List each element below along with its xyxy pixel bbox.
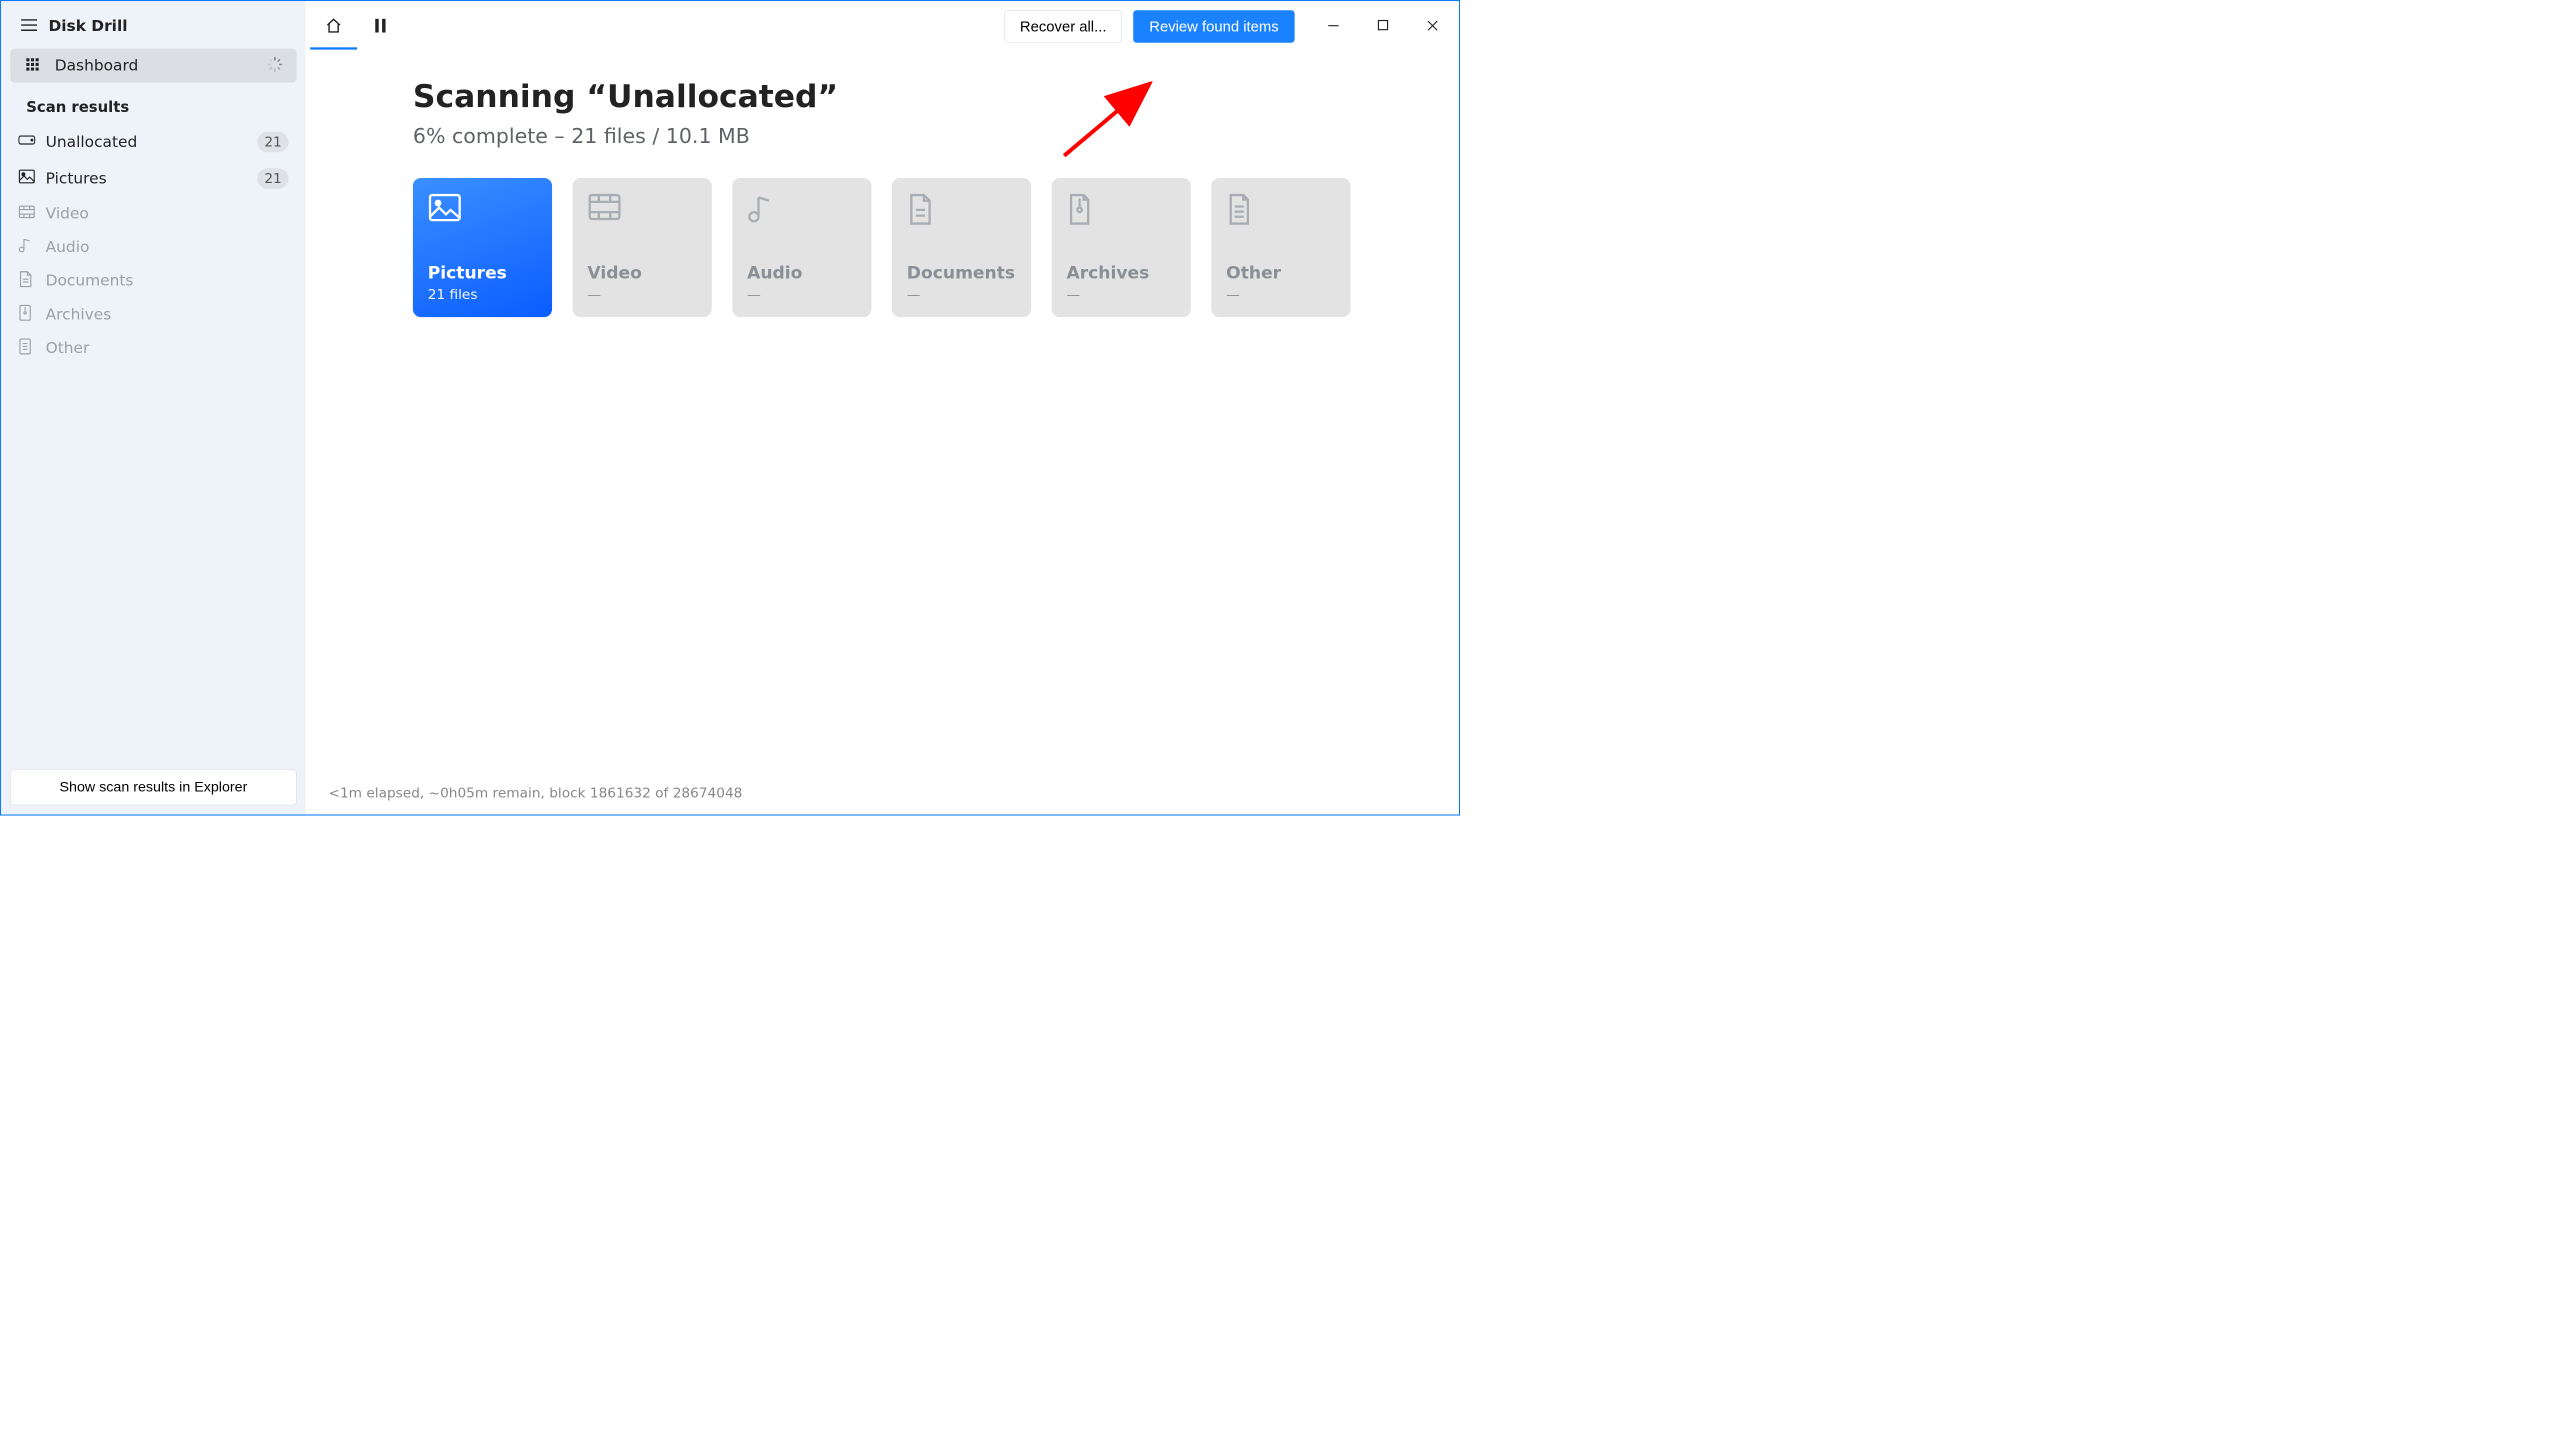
sidebar-item-label: Archives — [46, 306, 112, 324]
file-icon — [18, 338, 32, 359]
video-icon — [18, 205, 35, 223]
card-sub: — — [1226, 286, 1336, 302]
card-label: Documents — [907, 263, 1017, 283]
card-pictures[interactable]: Pictures 21 files — [413, 178, 552, 317]
close-icon[interactable] — [1422, 15, 1443, 38]
menu-icon[interactable] — [21, 19, 37, 34]
review-found-items-button[interactable]: Review found items — [1133, 10, 1294, 43]
maximize-icon[interactable] — [1373, 15, 1392, 38]
category-cards: Pictures 21 files Video — Audio — — [413, 178, 1459, 317]
pause-button[interactable] — [357, 11, 404, 43]
app-title: Disk Drill — [48, 17, 127, 35]
sidebar-item-label: Unallocated — [46, 133, 138, 151]
sidebar-item-label: Audio — [46, 238, 90, 256]
dashboard-label: Dashboard — [55, 57, 139, 75]
sidebar-item-other[interactable]: Other — [1, 331, 306, 365]
card-label: Other — [1226, 263, 1336, 283]
main: Recover all... Review found items Scanni… — [306, 1, 1459, 814]
scan-progress-text: 6% complete – 21 files / 10.1 MB — [413, 125, 1459, 148]
card-archives[interactable]: Archives — — [1052, 178, 1191, 317]
card-audio[interactable]: Audio — — [732, 178, 871, 317]
annotation-arrow-icon — [1053, 82, 1156, 164]
sidebar-item-pictures[interactable]: Pictures 21 — [1, 160, 306, 197]
loading-spinner-icon — [267, 56, 283, 74]
card-sub: — — [747, 286, 857, 302]
archive-icon — [1066, 193, 1176, 228]
count-badge: 21 — [257, 168, 288, 189]
minimize-icon[interactable] — [1323, 15, 1344, 38]
card-sub: — — [1066, 286, 1176, 302]
card-sub: — — [587, 286, 697, 302]
card-label: Audio — [747, 263, 857, 283]
card-video[interactable]: Video — — [573, 178, 712, 317]
home-icon — [325, 17, 342, 36]
sidebar-item-documents[interactable]: Documents — [1, 264, 306, 298]
pause-icon — [374, 17, 387, 35]
document-icon — [907, 193, 1017, 228]
drive-icon — [18, 133, 35, 151]
grid-icon — [25, 57, 40, 74]
card-documents[interactable]: Documents — — [892, 178, 1031, 317]
sidebar-item-archives[interactable]: Archives — [1, 298, 306, 332]
file-icon — [1226, 193, 1336, 228]
sidebar-item-label: Other — [46, 339, 90, 357]
document-icon — [18, 270, 33, 291]
count-badge: 21 — [257, 132, 288, 153]
music-note-icon — [18, 237, 33, 258]
window-controls — [1323, 15, 1443, 38]
section-title-scan-results: Scan results — [1, 91, 306, 124]
music-note-icon — [747, 193, 857, 227]
image-icon — [18, 169, 35, 188]
sidebar-item-video[interactable]: Video — [1, 197, 306, 231]
sidebar-item-label: Video — [46, 205, 89, 223]
sidebar-item-dashboard[interactable]: Dashboard — [10, 48, 296, 82]
sidebar-item-label: Pictures — [46, 170, 107, 188]
card-label: Video — [587, 263, 697, 283]
toolbar: Recover all... Review found items — [306, 1, 1459, 49]
sidebar-header: Disk Drill — [1, 10, 306, 48]
card-label: Pictures — [428, 263, 538, 283]
card-other[interactable]: Other — — [1211, 178, 1350, 317]
image-icon — [428, 193, 538, 225]
sidebar: Disk Drill Dashboard — [1, 1, 306, 814]
content: Scanning “Unallocated” 6% complete – 21 … — [306, 50, 1459, 785]
app-window: Disk Drill Dashboard — [0, 0, 1460, 816]
archive-icon — [18, 304, 32, 325]
video-icon — [587, 193, 697, 224]
recover-all-button[interactable]: Recover all... — [1005, 10, 1122, 43]
page-title: Scanning “Unallocated” — [413, 78, 1459, 115]
sidebar-item-unallocated[interactable]: Unallocated 21 — [1, 124, 306, 161]
card-sub: 21 files — [428, 286, 538, 302]
sidebar-item-label: Documents — [46, 272, 134, 290]
card-sub: — — [907, 286, 1017, 302]
status-bar: <1m elapsed, ~0h05m remain, block 186163… — [306, 785, 1459, 815]
show-in-explorer-button[interactable]: Show scan results in Explorer — [10, 769, 296, 805]
sidebar-item-audio[interactable]: Audio — [1, 230, 306, 264]
card-label: Archives — [1066, 263, 1176, 283]
home-tab[interactable] — [310, 11, 357, 43]
sidebar-footer: Show scan results in Explorer — [1, 760, 306, 814]
